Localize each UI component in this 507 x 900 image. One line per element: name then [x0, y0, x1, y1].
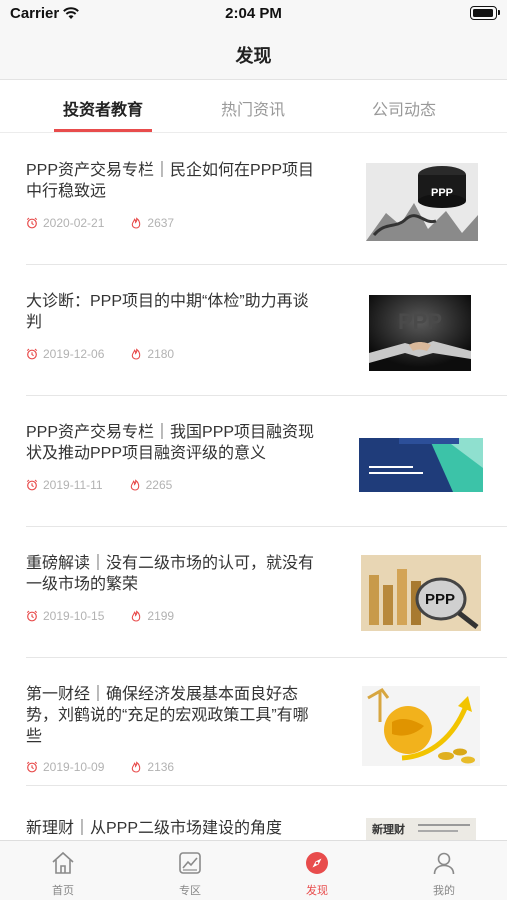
article-thumbnail: 新理财 — [366, 818, 476, 840]
thumbnail-caption: PPP — [431, 187, 453, 199]
person-icon — [433, 852, 455, 875]
article-item[interactable]: 新理财｜从PPP二级市场建设的角度 新理财 — [0, 786, 507, 840]
article-meta: 2019-10-09 2136 — [26, 760, 174, 774]
article-item[interactable]: PPP资产交易专栏｜我国PPP项目融资现状及推动PPP项目融资评级的意义 201… — [0, 396, 507, 527]
flame-icon — [132, 217, 141, 229]
tab-mine-label: 我的 — [433, 885, 455, 897]
alarm-clock-icon — [26, 348, 38, 360]
tab-investor-education[interactable]: 投资者教育 — [38, 96, 168, 120]
article-date: 2019-10-09 — [43, 760, 105, 774]
article-thumbnail: PPP — [366, 163, 478, 241]
battery-icon — [470, 6, 500, 20]
alarm-clock-icon — [26, 761, 38, 773]
tab-home-label: 首页 — [52, 885, 74, 897]
article-thumbnail: PPP — [361, 555, 481, 631]
tab-mine[interactable]: 我的 — [381, 841, 507, 900]
article-item[interactable]: 大诊断：PPP项目的中期“体检”助力再谈判 2019-12-06 2180 PP… — [0, 265, 507, 396]
bottom-tab-bar: 首页 专区 发现 我的 — [0, 840, 507, 900]
article-date: 2019-10-15 — [43, 609, 105, 623]
alarm-clock-icon — [26, 610, 38, 622]
tab-zone[interactable]: 专区 — [127, 841, 253, 900]
article-thumbnail — [359, 438, 483, 492]
article-title: 新理财｜从PPP二级市场建设的角度 — [26, 820, 283, 837]
article-item[interactable]: 重磅解读｜没有二级市场的认可，就没有一级市场的繁荣 2019-10-15 219… — [0, 527, 507, 658]
alarm-clock-icon — [26, 479, 38, 491]
article-title: PPP资产交易专栏｜我国PPP项目融资现状及推动PPP项目融资评级的意义 — [26, 424, 315, 462]
article-thumbnail — [362, 686, 480, 766]
tab-zone-label: 专区 — [179, 885, 201, 897]
article-title: 重磅解读｜没有二级市场的认可，就没有一级市场的繁荣 — [26, 555, 315, 593]
article-date: 2019-12-06 — [43, 347, 105, 361]
compass-icon — [306, 852, 328, 874]
article-views: 2180 — [147, 347, 175, 361]
active-tab-indicator — [54, 129, 152, 132]
article-date: 2020-02-21 — [43, 216, 105, 230]
thumbnail-caption: PPP — [425, 591, 455, 608]
flame-icon — [132, 348, 141, 360]
tab-company-news[interactable]: 公司动态 — [339, 96, 469, 120]
thumbnail-caption: PPP — [398, 309, 442, 334]
article-views: 2199 — [147, 609, 175, 623]
article-title: PPP资产交易专栏｜民企如何在PPP项目中行稳致远 — [26, 162, 315, 200]
category-tabs: 投资者教育 热门资讯 公司动态 — [0, 80, 507, 133]
article-title: 大诊断：PPP项目的中期“体检”助力再谈判 — [26, 293, 309, 331]
article-title: 第一财经｜确保经济发展基本面良好态势，刘鹤说的“充足的宏观政策工具”有哪些 — [26, 686, 309, 745]
article-meta: 2019-10-15 2199 — [26, 609, 174, 623]
article-meta: 2020-02-21 2637 — [26, 216, 174, 230]
page-title: 发现 — [235, 46, 272, 66]
alarm-clock-icon — [26, 217, 38, 229]
tab-hot-news[interactable]: 热门资讯 — [188, 96, 318, 120]
article-item[interactable]: 第一财经｜确保经济发展基本面良好态势，刘鹤说的“充足的宏观政策工具”有哪些 20… — [0, 658, 507, 786]
tab-home[interactable]: 首页 — [0, 841, 126, 900]
article-views: 2637 — [147, 216, 175, 230]
flame-icon — [132, 610, 141, 622]
chart-board-icon — [179, 852, 201, 874]
article-date: 2019-11-11 — [43, 478, 103, 492]
flame-icon — [130, 479, 139, 491]
article-thumbnail: PPP — [369, 295, 471, 371]
tab-discover-label: 发现 — [306, 885, 328, 897]
article-meta: 2019-12-06 2180 — [26, 347, 174, 361]
article-item[interactable]: PPP资产交易专栏｜民企如何在PPP项目中行稳致远 2020-02-21 263… — [0, 134, 507, 265]
article-meta: 2019-11-11 2265 — [26, 478, 172, 492]
status-bar: Carrier 2:04 PM — [0, 0, 507, 28]
navigation-bar: 发现 — [0, 28, 507, 80]
thumbnail-caption: 新理财 — [372, 822, 405, 836]
article-list: PPP资产交易专栏｜民企如何在PPP项目中行稳致远 2020-02-21 263… — [0, 134, 507, 840]
article-views: 2136 — [147, 760, 175, 774]
clock-label: 2:04 PM — [225, 5, 282, 22]
article-views: 2265 — [145, 478, 173, 492]
home-icon — [52, 851, 74, 874]
flame-icon — [132, 761, 141, 773]
tab-discover[interactable]: 发现 — [254, 841, 380, 900]
